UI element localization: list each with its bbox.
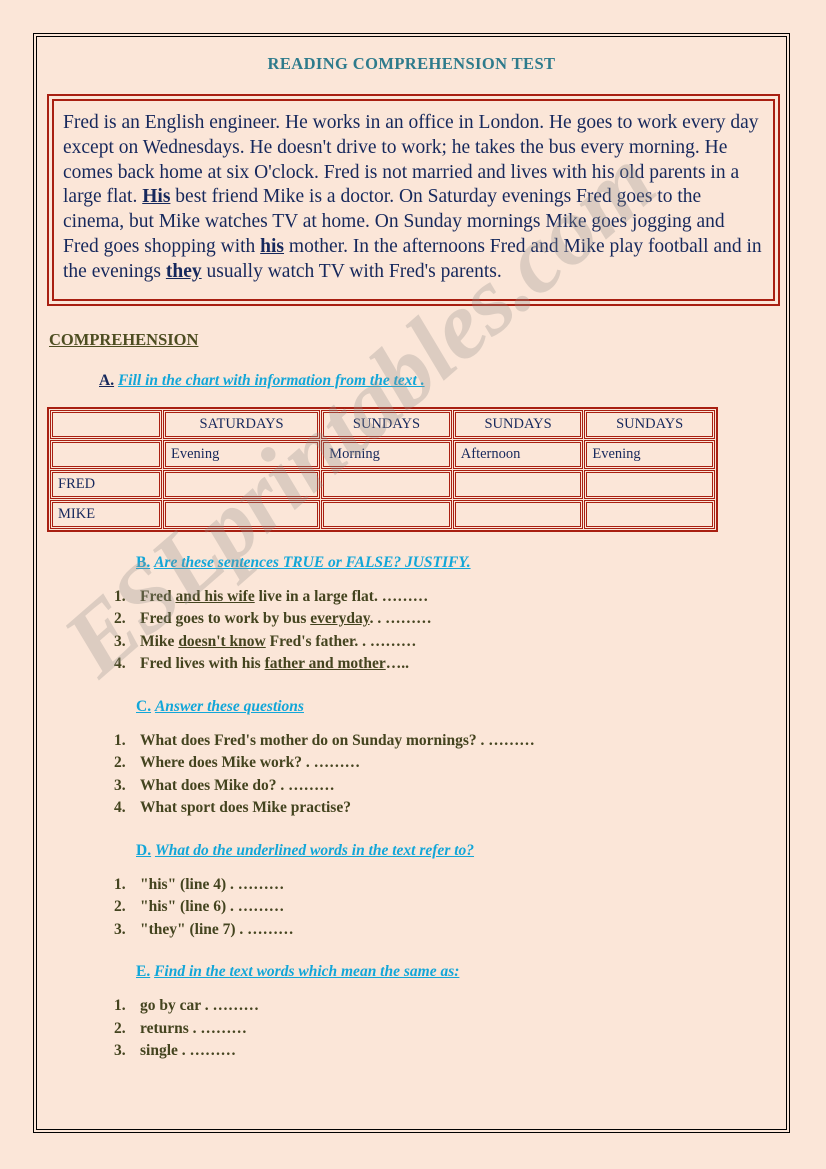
chart-answer-mike-sat-evening[interactable]	[163, 499, 321, 529]
list-item: What does Fred's mother do on Sunday mor…	[114, 730, 787, 753]
text-run: go by car . ………	[140, 997, 259, 1015]
comprehension-heading: COMPREHENSION	[49, 329, 199, 349]
comprehension-chart-table[interactable]: SATURDAYS SUNDAYS SUNDAYS SUNDAYS Evenin…	[47, 406, 718, 532]
text-run: Mike	[140, 632, 179, 650]
text-run: Fred's father. . ………	[265, 632, 417, 650]
list-item: Where does Mike work? . ………	[114, 752, 787, 775]
text-run: live in a large flat. ………	[254, 587, 429, 605]
table-row-day-headers: SATURDAYS SUNDAYS SUNDAYS SUNDAYS	[50, 409, 715, 439]
chart-table-body: SATURDAYS SUNDAYS SUNDAYS SUNDAYS Evenin…	[50, 409, 715, 529]
section-c-heading: C. Answer these questions	[136, 698, 787, 716]
chart-answer-mike-sun-afternoon[interactable]	[452, 499, 584, 529]
chart-day-header-1: SUNDAYS	[321, 409, 452, 439]
chart-answer-fred-sun-evening[interactable]	[584, 469, 715, 499]
section-c-title: Answer these questions	[154, 697, 304, 715]
list-item: returns . ………	[114, 1018, 787, 1041]
text-run: usually watch TV with Fred's parents.	[201, 260, 502, 282]
text-run: What sport does Mike practise?	[140, 799, 351, 817]
list-item: Fred goes to work by bus everyday. . ………	[114, 608, 787, 631]
chart-row-label-fred: FRED	[50, 469, 162, 499]
section-b-title: Are these sentences TRUE or FALSE? JUSTI…	[154, 553, 471, 571]
list-item: Mike doesn't know Fred's father. . ………	[114, 631, 787, 654]
chart-day-header-0: SATURDAYS	[163, 409, 321, 439]
underlined-word: father and mother	[264, 655, 386, 673]
chart-part-header-0: Evening	[163, 439, 321, 469]
underlined-word: and his wife	[175, 587, 255, 605]
section-c-question-list: What does Fred's mother do on Sunday mor…	[36, 730, 787, 820]
reading-passage-text: Fred is an English engineer. He works in…	[63, 111, 764, 285]
section-e-heading: E. Find in the text words which mean the…	[136, 963, 787, 981]
table-row: FRED	[50, 469, 715, 499]
section-c-letter: C.	[136, 697, 152, 715]
reading-passage-box: Fred is an English engineer. He works in…	[47, 94, 780, 306]
list-item: What sport does Mike practise?	[114, 797, 787, 820]
list-item: "they" (line 7) . ………	[114, 919, 787, 942]
text-run: "his" (line 6) . ………	[140, 898, 285, 916]
table-row-part-headers: Evening Morning Afternoon Evening	[50, 439, 715, 469]
text-run: . . ………	[369, 610, 432, 628]
section-e-title: Find in the text words which mean the sa…	[154, 963, 460, 981]
chart-answer-fred-sun-morning[interactable]	[321, 469, 452, 499]
section-e-letter: E.	[136, 963, 151, 981]
section-a-title: Fill in the chart with information from …	[117, 371, 425, 389]
chart-answer-mike-sun-morning[interactable]	[321, 499, 452, 529]
worksheet-body: READING COMPREHENSION TEST Fred is an En…	[36, 36, 787, 1130]
text-run: "they" (line 7) . ………	[140, 920, 294, 938]
underlined-word: they	[165, 260, 202, 282]
section-d-heading: D. What do the underlined words in the t…	[136, 842, 787, 860]
text-run: …..	[385, 655, 409, 673]
chart-corner-cell-2	[50, 439, 162, 469]
chart-part-header-3: Evening	[584, 439, 715, 469]
page-title: READING COMPREHENSION TEST	[267, 54, 556, 73]
list-item: single . ………	[114, 1040, 787, 1063]
underlined-word: His	[142, 186, 171, 208]
text-run: "his" (line 4) . ………	[140, 875, 285, 893]
section-b-heading: B. Are these sentences TRUE or FALSE? JU…	[136, 554, 787, 572]
section-d-title: What do the underlined words in the text…	[154, 841, 475, 859]
chart-part-header-2: Afternoon	[452, 439, 584, 469]
chart-day-header-3: SUNDAYS	[584, 409, 715, 439]
text-run: What does Fred's mother do on Sunday mor…	[140, 731, 535, 749]
underlined-word: doesn't know	[178, 632, 266, 650]
text-run: Where does Mike work? . ………	[140, 754, 361, 772]
list-item: "his" (line 6) . ………	[114, 896, 787, 919]
section-d-question-list: "his" (line 4) . ……… "his" (line 6) . …………	[36, 874, 787, 942]
underlined-word: everyday	[310, 610, 370, 628]
list-item: go by car . ………	[114, 995, 787, 1018]
chart-day-header-2: SUNDAYS	[452, 409, 584, 439]
list-item: Fred lives with his father and mother…..	[114, 653, 787, 676]
chart-answer-fred-sun-afternoon[interactable]	[452, 469, 584, 499]
list-item: What does Mike do? . ………	[114, 775, 787, 798]
chart-corner-cell	[50, 409, 162, 439]
section-d-letter: D.	[136, 841, 152, 859]
chart-answer-fred-sat-evening[interactable]	[163, 469, 321, 499]
section-a-letter: A.	[99, 371, 115, 389]
list-item: "his" (line 4) . ………	[114, 874, 787, 897]
text-run: Fred lives with his	[140, 655, 265, 673]
comprehension-heading-wrap: COMPREHENSION	[36, 306, 787, 350]
text-run: single . ………	[140, 1042, 237, 1060]
list-item: Fred and his wife live in a large flat. …	[114, 586, 787, 609]
underlined-word: his	[260, 235, 285, 257]
table-row: MIKE	[50, 499, 715, 529]
text-run: Fred goes to work by bus	[140, 610, 311, 628]
section-a-heading: A. Fill in the chart with information fr…	[99, 372, 787, 390]
chart-answer-mike-sun-evening[interactable]	[584, 499, 715, 529]
chart-row-label-mike: MIKE	[50, 499, 162, 529]
text-run: returns . ………	[140, 1019, 247, 1037]
section-b-question-list: Fred and his wife live in a large flat. …	[36, 586, 787, 676]
section-e-question-list: go by car . ……… returns . ……… single . ………	[36, 995, 787, 1063]
text-run: What does Mike do? . ………	[140, 776, 335, 794]
chart-part-header-1: Morning	[321, 439, 452, 469]
text-run: Fred	[140, 587, 176, 605]
section-b-letter: B.	[136, 553, 151, 571]
